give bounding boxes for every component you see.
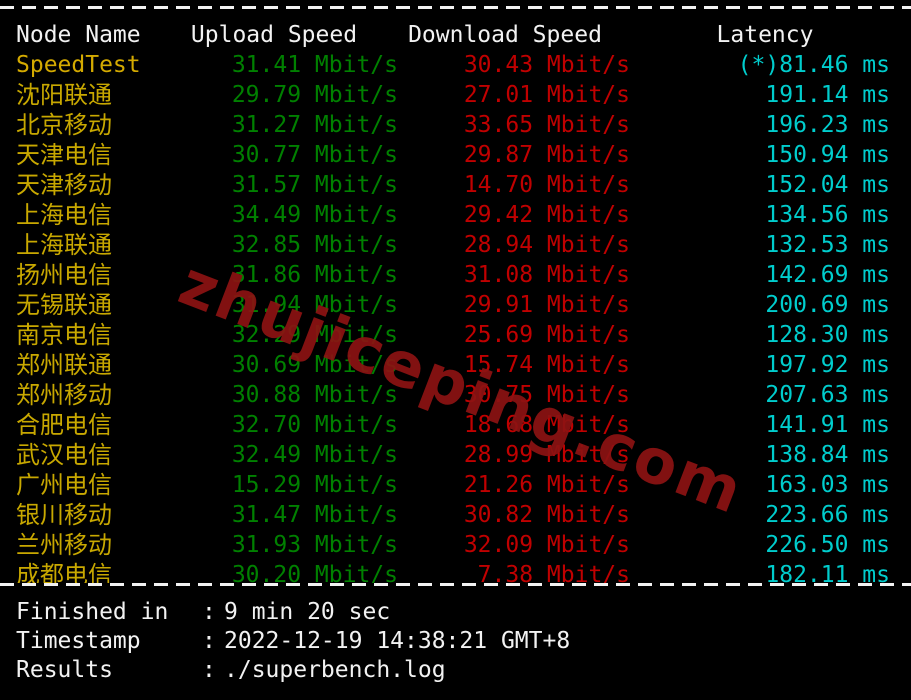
footer-label: Results <box>16 657 113 683</box>
cell-node-name: 郑州移动 <box>16 381 112 409</box>
cell-latency: 150.94 ms <box>765 142 890 168</box>
cell-latency: 132.53 ms <box>765 232 890 258</box>
column-header-latency: Latency <box>716 22 814 48</box>
table-row: 广州电信 15.29 Mbit/s 21.26 Mbit/s 163.03 ms <box>0 470 911 500</box>
table-row: 郑州移动 30.88 Mbit/s 30.75 Mbit/s 207.63 ms <box>0 380 911 410</box>
footer-label: Timestamp <box>16 628 141 654</box>
cell-download-speed: 14.70 Mbit/s <box>463 172 630 198</box>
cell-node-name: 银川移动 <box>16 501 112 529</box>
cell-latency: (*)81.46 ms <box>737 52 890 78</box>
table-header-row: Node Name Upload Speed Download Speed La… <box>0 20 911 50</box>
cell-download-speed: 30.82 Mbit/s <box>463 502 630 528</box>
cell-download-speed: 32.09 Mbit/s <box>463 532 630 558</box>
cell-download-speed: 29.91 Mbit/s <box>463 292 630 318</box>
footer-value: ./superbench.log <box>224 657 446 683</box>
table-row: 上海电信 34.49 Mbit/s 29.42 Mbit/s 134.56 ms <box>0 200 911 230</box>
cell-node-name: 天津移动 <box>16 171 112 199</box>
cell-download-speed: 30.43 Mbit/s <box>463 52 630 78</box>
footer-value: 2022-12-19 14:38:21 GMT+8 <box>224 628 571 654</box>
table-row: 武汉电信 32.49 Mbit/s 28.99 Mbit/s 138.84 ms <box>0 440 911 470</box>
cell-latency: 142.69 ms <box>765 262 890 288</box>
table-row: 银川移动 31.47 Mbit/s 30.82 Mbit/s 223.66 ms <box>0 500 911 530</box>
cell-node-name: 广州电信 <box>16 471 112 499</box>
cell-latency: 207.63 ms <box>765 382 890 408</box>
cell-node-name: 天津电信 <box>16 141 112 169</box>
cell-node-name: 兰州移动 <box>16 531 112 559</box>
table-row: 南京电信 32.29 Mbit/s 25.69 Mbit/s 128.30 ms <box>0 320 911 350</box>
table-row: 北京移动 31.27 Mbit/s 33.65 Mbit/s 196.23 ms <box>0 110 911 140</box>
cell-latency: 134.56 ms <box>765 202 890 228</box>
separator-line-top <box>0 6 911 9</box>
cell-download-speed: 18.68 Mbit/s <box>463 412 630 438</box>
cell-download-speed: 27.01 Mbit/s <box>463 82 630 108</box>
cell-latency: 128.30 ms <box>765 322 890 348</box>
cell-node-name: 上海电信 <box>16 201 112 229</box>
footer-colon: : <box>202 628 216 654</box>
cell-latency: 138.84 ms <box>765 442 890 468</box>
cell-download-speed: 30.75 Mbit/s <box>463 382 630 408</box>
cell-latency: 200.69 ms <box>765 292 890 318</box>
cell-download-speed: 28.99 Mbit/s <box>463 442 630 468</box>
table-row: 上海联通 32.85 Mbit/s 28.94 Mbit/s 132.53 ms <box>0 230 911 260</box>
separator-line-bottom <box>0 583 911 586</box>
column-header-upload-speed: Upload Speed <box>190 22 358 48</box>
column-header-node-name: Node Name <box>16 22 141 48</box>
table-row: SpeedTest 31.41 Mbit/s 30.43 Mbit/s (*)81.4… <box>0 50 911 80</box>
cell-download-speed: 31.08 Mbit/s <box>463 262 630 288</box>
table-row: 郑州联通 30.69 Mbit/s 15.74 Mbit/s 197.92 ms <box>0 350 911 380</box>
footer-colon: : <box>202 599 216 625</box>
footer-colon: : <box>202 657 216 683</box>
speedtest-results-table: Node Name Upload Speed Download Speed La… <box>0 20 911 590</box>
cell-download-speed: 25.69 Mbit/s <box>463 322 630 348</box>
cell-download-speed: 33.65 Mbit/s <box>463 112 630 138</box>
cell-latency: 223.66 ms <box>765 502 890 528</box>
table-row: 合肥电信 32.70 Mbit/s 18.68 Mbit/s 141.91 ms <box>0 410 911 440</box>
footer-label: Finished in <box>16 599 169 625</box>
cell-node-name: 北京移动 <box>16 111 112 139</box>
footer-value: 9 min 20 sec <box>224 599 391 625</box>
cell-node-name: 郑州联通 <box>16 351 112 379</box>
cell-latency: 152.04 ms <box>765 172 890 198</box>
table-row: 天津移动 31.57 Mbit/s 14.70 Mbit/s 152.04 ms <box>0 170 911 200</box>
cell-node-name: 合肥电信 <box>16 411 112 439</box>
cell-node-name: 南京电信 <box>16 321 112 349</box>
table-row: 天津电信 30.77 Mbit/s 29.87 Mbit/s 150.94 ms <box>0 140 911 170</box>
cell-download-speed: 15.74 Mbit/s <box>463 352 630 378</box>
cell-download-speed: 29.42 Mbit/s <box>463 202 630 228</box>
cell-latency: 196.23 ms <box>765 112 890 138</box>
cell-latency: 163.03 ms <box>765 472 890 498</box>
table-row: 无锡联通 31.94 Mbit/s 29.91 Mbit/s 200.69 ms <box>0 290 911 320</box>
cell-latency: 197.92 ms <box>765 352 890 378</box>
table-row: 扬州电信 31.86 Mbit/s 31.08 Mbit/s 142.69 ms <box>0 260 911 290</box>
table-row: 兰州移动 31.93 Mbit/s 32.09 Mbit/s 226.50 ms <box>0 530 911 560</box>
cell-node-name: 扬州电信 <box>16 261 112 289</box>
column-header-download-speed: Download Speed <box>408 22 602 48</box>
cell-download-speed: 29.87 Mbit/s <box>463 142 630 168</box>
cell-node-name: 无锡联通 <box>16 291 112 319</box>
table-row: 沈阳联通 29.79 Mbit/s 27.01 Mbit/s 191.14 ms <box>0 80 911 110</box>
cell-download-speed: 21.26 Mbit/s <box>463 472 630 498</box>
cell-latency: 226.50 ms <box>765 532 890 558</box>
cell-node-name: 武汉电信 <box>16 441 112 469</box>
terminal-window: Node Name Upload Speed Download Speed La… <box>0 0 911 700</box>
cell-download-speed: 28.94 Mbit/s <box>463 232 630 258</box>
cell-node-name: 上海联通 <box>16 231 112 259</box>
cell-latency: 141.91 ms <box>765 412 890 438</box>
cell-latency: 191.14 ms <box>765 82 890 108</box>
cell-node-name: 沈阳联通 <box>16 81 112 109</box>
